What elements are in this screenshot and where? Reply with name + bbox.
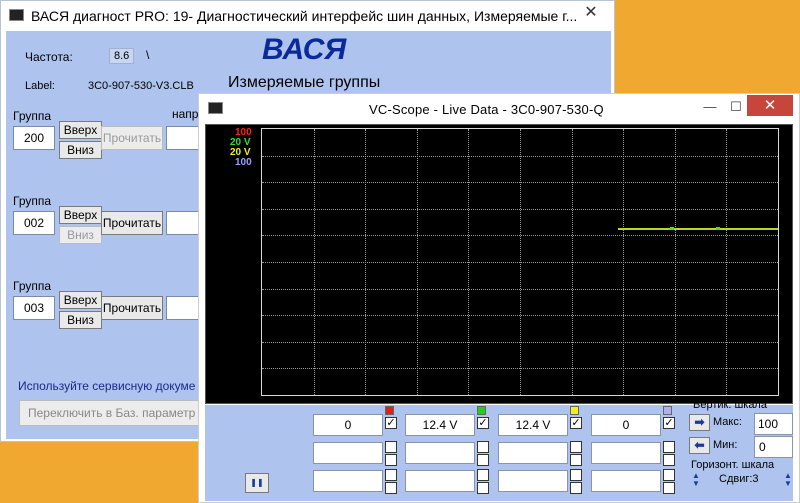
group-up-button[interactable]: Вверх [59, 291, 102, 309]
vertical-scale-label: Вертик. шкала [693, 399, 767, 411]
channel-1-color-swatch [385, 406, 394, 415]
group-number-input[interactable]: 003 [13, 296, 55, 320]
group-caption: Группа [13, 279, 52, 293]
app-icon [9, 9, 24, 21]
frequency-value: 8.6 [109, 48, 135, 64]
shift-label: Сдвиг:3 [719, 473, 759, 485]
switch-basic-settings-button[interactable]: Переключить в Баз. параметр [19, 400, 209, 426]
channel-3-secondary-field [498, 442, 568, 464]
horizontal-scale-label: Горизонт. шкала [691, 459, 775, 471]
channel-1-value: 0 [313, 414, 383, 436]
group-number-input[interactable]: 002 [13, 211, 55, 235]
group-down-button[interactable]: Вниз [59, 141, 102, 159]
signal-trace [618, 228, 778, 231]
scope-window: VC-Scope - Live Data - 3C0-907-530-Q — ☐… [198, 93, 800, 503]
group-read-button[interactable]: Прочитать [101, 211, 163, 235]
scope-close-icon[interactable]: ✕ [747, 95, 793, 116]
channel-3-color-swatch [570, 406, 579, 415]
shift-scroll-arrows-icon[interactable]: ▲ ▼ [783, 472, 793, 488]
channel-4-checkbox-d[interactable] [663, 469, 675, 481]
frequency-label: Частота: [25, 50, 73, 64]
channel-2-color-swatch [477, 406, 486, 415]
group-number-input[interactable]: 200 [13, 126, 55, 150]
channel-2-tertiary-field [405, 470, 475, 492]
group-up-button[interactable]: Вверх [59, 121, 102, 139]
scope-window-title: VC-Scope - Live Data - 3C0-907-530-Q [369, 102, 604, 117]
label-value: 3C0-907-530-V3.CLB [88, 80, 194, 92]
brand-logo-text: ВАСЯ [262, 33, 347, 66]
channel-2-value: 12.4 V [405, 414, 475, 436]
channel-1-tertiary-field [313, 470, 383, 492]
group-read-button[interactable]: Прочитать [101, 296, 163, 320]
channel-4-value: 0 [591, 414, 661, 436]
oscilloscope-display: 100 20 V 20 V 100 [205, 124, 793, 404]
scope-window-titlebar[interactable]: VC-Scope - Live Data - 3C0-907-530-Q — ☐… [199, 94, 799, 124]
channel-2-checkbox[interactable]: ✓ [477, 417, 489, 429]
channel-4-color-swatch [663, 406, 672, 415]
arrow-left-icon[interactable]: ⬅ [689, 437, 710, 454]
plot-grid [261, 128, 779, 396]
channel-2-checkbox-d[interactable] [477, 469, 489, 481]
trace-marker [669, 227, 674, 231]
channel-2-checkbox-c[interactable] [477, 454, 489, 466]
min-label: Мин: [713, 439, 738, 451]
channel-3-checkbox-c[interactable] [570, 454, 582, 466]
channel-2-secondary-field [405, 442, 475, 464]
max-label: Макс: [713, 416, 742, 428]
maximize-icon[interactable]: ☐ [723, 96, 749, 118]
channel-1-checkbox-e[interactable] [385, 482, 397, 494]
channel-3-checkbox[interactable]: ✓ [570, 417, 582, 429]
channel-3-value: 12.4 V [498, 414, 568, 436]
channel-4-checkbox[interactable]: ✓ [663, 417, 675, 429]
group-caption: Группа [13, 109, 52, 123]
channel-1-checkbox-d[interactable] [385, 469, 397, 481]
channel-4-tertiary-field [591, 470, 661, 492]
partial-direction-label: напр [172, 107, 199, 121]
channel-3-tertiary-field [498, 470, 568, 492]
channel-3-checkbox-b[interactable] [570, 441, 582, 453]
main-window-title: ВАСЯ диагност PRO: 19- Диагностический и… [31, 8, 578, 24]
channel-3-checkbox-d[interactable] [570, 469, 582, 481]
arrow-right-icon[interactable]: ➡ [689, 414, 710, 431]
section-title: Измеряемые группы [228, 74, 381, 91]
scope-app-icon [208, 102, 223, 114]
channel-4-scale-label: 100 [235, 157, 252, 168]
label-caption: Label: [25, 80, 55, 92]
close-icon[interactable]: ✕ [576, 3, 606, 23]
channel-2-checkbox-b[interactable] [477, 441, 489, 453]
min-input[interactable]: 0 [754, 436, 793, 458]
channel-1-secondary-field [313, 442, 383, 464]
trace-marker [716, 227, 721, 231]
horizontal-scroll-arrows-icon[interactable]: ▲ ▼ [691, 472, 701, 488]
pause-button[interactable]: ❚❚ [245, 473, 269, 493]
channel-4-checkbox-b[interactable] [663, 441, 675, 453]
channel-4-checkbox-c[interactable] [663, 454, 675, 466]
minimize-icon[interactable]: — [697, 96, 723, 118]
channel-1-checkbox[interactable]: ✓ [385, 417, 397, 429]
max-input[interactable]: 100 [754, 413, 793, 435]
group-caption: Группа [13, 194, 52, 208]
group-up-button[interactable]: Вверх [59, 206, 102, 224]
group-down-button[interactable]: Вниз [59, 311, 102, 329]
channel-2-checkbox-e[interactable] [477, 482, 489, 494]
channel-3-checkbox-e[interactable] [570, 482, 582, 494]
main-window-titlebar[interactable]: ВАСЯ диагност PRO: 19- Диагностический и… [1, 1, 614, 31]
channel-4-checkbox-e[interactable] [663, 482, 675, 494]
channel-1-checkbox-c[interactable] [385, 454, 397, 466]
frequency-suffix: \ [146, 48, 150, 62]
channel-4-secondary-field [591, 442, 661, 464]
service-hint-text: Используйте сервисную докуме [18, 379, 196, 393]
group-read-button[interactable]: Прочитать [101, 126, 163, 150]
group-down-button[interactable]: Вниз [59, 226, 102, 244]
scope-controls-panel: 0 ✓ 12.4 V ✓ 12.4 V ✓ 0 ✓ ❚❚ Вертик. шка… [205, 399, 793, 501]
channel-1-checkbox-b[interactable] [385, 441, 397, 453]
